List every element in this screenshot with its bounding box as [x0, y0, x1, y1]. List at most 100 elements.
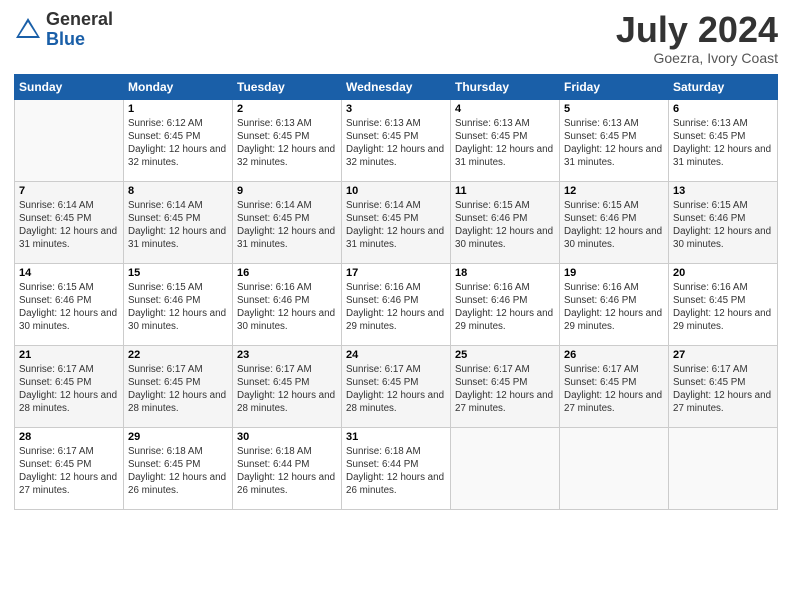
table-row: 29 Sunrise: 6:18 AM Sunset: 6:45 PM Dayli…: [124, 427, 233, 509]
day-number: 30: [237, 431, 337, 443]
table-row: 12 Sunrise: 6:15 AM Sunset: 6:46 PM Dayli…: [560, 181, 669, 263]
col-tuesday: Tuesday: [233, 74, 342, 99]
day-number: 5: [564, 103, 664, 115]
logo-blue: Blue: [46, 30, 113, 50]
day-number: 1: [128, 103, 228, 115]
logo-general: General: [46, 10, 113, 30]
day-number: 25: [455, 349, 555, 361]
calendar-week-row: 28Sunrise: 6:17 AM Sunset: 6:45 PM Dayli…: [15, 427, 778, 509]
day-number: 23: [237, 349, 337, 361]
col-wednesday: Wednesday: [342, 74, 451, 99]
day-info: Sunrise: 6:18 AM Sunset: 6:44 PM Dayligh…: [237, 445, 337, 498]
day-info: Sunrise: 6:17 AM Sunset: 6:45 PM Dayligh…: [455, 363, 555, 416]
day-number: 26: [564, 349, 664, 361]
table-row: 3 Sunrise: 6:13 AM Sunset: 6:45 PM Daylig…: [342, 99, 451, 181]
day-info: Sunrise: 6:15 AM Sunset: 6:46 PM Dayligh…: [128, 281, 228, 334]
table-row: 17 Sunrise: 6:16 AM Sunset: 6:46 PM Dayli…: [342, 263, 451, 345]
calendar-header-row: Sunday Monday Tuesday Wednesday Thursday…: [15, 74, 778, 99]
day-number: 21: [19, 349, 119, 361]
table-row: 13 Sunrise: 6:15 AM Sunset: 6:46 PM Dayli…: [669, 181, 778, 263]
calendar-week-row: 7 Sunrise: 6:14 AM Sunset: 6:45 PM Daylig…: [15, 181, 778, 263]
table-row: 21 Sunrise: 6:17 AM Sunset: 6:45 PM Dayli…: [15, 345, 124, 427]
day-number: 10: [346, 185, 446, 197]
logo-text: General Blue: [46, 10, 113, 50]
day-info: Sunrise: 6:17 AM Sunset: 6:45 PM Dayligh…: [237, 363, 337, 416]
table-row: 16 Sunrise: 6:16 AM Sunset: 6:46 PM Dayli…: [233, 263, 342, 345]
day-info: Sunrise: 6:17 AM Sunset: 6:45 PM Dayligh…: [19, 445, 119, 498]
table-row: 19Sunrise: 6:16 AM Sunset: 6:46 PM Dayli…: [560, 263, 669, 345]
table-row: 24Sunrise: 6:17 AM Sunset: 6:45 PM Dayli…: [342, 345, 451, 427]
day-number: 31: [346, 431, 446, 443]
day-info: Sunrise: 6:18 AM Sunset: 6:44 PM Dayligh…: [346, 445, 446, 498]
table-row: [669, 427, 778, 509]
day-info: Sunrise: 6:15 AM Sunset: 6:46 PM Dayligh…: [564, 199, 664, 252]
table-row: 26Sunrise: 6:17 AM Sunset: 6:45 PM Dayli…: [560, 345, 669, 427]
table-row: 28Sunrise: 6:17 AM Sunset: 6:45 PM Dayli…: [15, 427, 124, 509]
day-info: Sunrise: 6:16 AM Sunset: 6:46 PM Dayligh…: [237, 281, 337, 334]
day-number: 6: [673, 103, 773, 115]
table-row: 2 Sunrise: 6:13 AM Sunset: 6:45 PM Daylig…: [233, 99, 342, 181]
day-info: Sunrise: 6:14 AM Sunset: 6:45 PM Dayligh…: [128, 199, 228, 252]
logo-icon: [14, 16, 42, 44]
table-row: [560, 427, 669, 509]
header: General Blue July 2024 Goezra, Ivory Coa…: [14, 10, 778, 66]
calendar-table: Sunday Monday Tuesday Wednesday Thursday…: [14, 74, 778, 510]
table-row: 14Sunrise: 6:15 AM Sunset: 6:46 PM Dayli…: [15, 263, 124, 345]
table-row: 30 Sunrise: 6:18 AM Sunset: 6:44 PM Dayli…: [233, 427, 342, 509]
day-number: 7: [19, 185, 119, 197]
day-info: Sunrise: 6:16 AM Sunset: 6:46 PM Dayligh…: [346, 281, 446, 334]
col-sunday: Sunday: [15, 74, 124, 99]
table-row: 11 Sunrise: 6:15 AM Sunset: 6:46 PM Dayli…: [451, 181, 560, 263]
day-number: 16: [237, 267, 337, 279]
day-info: Sunrise: 6:13 AM Sunset: 6:45 PM Dayligh…: [346, 117, 446, 170]
day-info: Sunrise: 6:15 AM Sunset: 6:46 PM Dayligh…: [19, 281, 119, 334]
day-info: Sunrise: 6:17 AM Sunset: 6:45 PM Dayligh…: [128, 363, 228, 416]
table-row: 25 Sunrise: 6:17 AM Sunset: 6:45 PM Dayli…: [451, 345, 560, 427]
day-number: 29: [128, 431, 228, 443]
day-info: Sunrise: 6:14 AM Sunset: 6:45 PM Dayligh…: [237, 199, 337, 252]
day-number: 2: [237, 103, 337, 115]
table-row: 27 Sunrise: 6:17 AM Sunset: 6:45 PM Dayli…: [669, 345, 778, 427]
table-row: 10 Sunrise: 6:14 AM Sunset: 6:45 PM Dayli…: [342, 181, 451, 263]
day-number: 27: [673, 349, 773, 361]
day-info: Sunrise: 6:16 AM Sunset: 6:45 PM Dayligh…: [673, 281, 773, 334]
table-row: 31 Sunrise: 6:18 AM Sunset: 6:44 PM Dayli…: [342, 427, 451, 509]
day-info: Sunrise: 6:18 AM Sunset: 6:45 PM Dayligh…: [128, 445, 228, 498]
calendar-week-row: 21 Sunrise: 6:17 AM Sunset: 6:45 PM Dayli…: [15, 345, 778, 427]
calendar-week-row: 1 Sunrise: 6:12 AM Sunset: 6:45 PM Daylig…: [15, 99, 778, 181]
day-number: 13: [673, 185, 773, 197]
month-title: July 2024: [616, 10, 778, 50]
table-row: 23 Sunrise: 6:17 AM Sunset: 6:45 PM Dayli…: [233, 345, 342, 427]
day-number: 9: [237, 185, 337, 197]
day-number: 11: [455, 185, 555, 197]
day-number: 4: [455, 103, 555, 115]
col-thursday: Thursday: [451, 74, 560, 99]
col-monday: Monday: [124, 74, 233, 99]
table-row: 6Sunrise: 6:13 AM Sunset: 6:45 PM Daylig…: [669, 99, 778, 181]
day-info: Sunrise: 6:16 AM Sunset: 6:46 PM Dayligh…: [455, 281, 555, 334]
day-info: Sunrise: 6:15 AM Sunset: 6:46 PM Dayligh…: [673, 199, 773, 252]
day-info: Sunrise: 6:13 AM Sunset: 6:45 PM Dayligh…: [564, 117, 664, 170]
day-number: 12: [564, 185, 664, 197]
title-block: July 2024 Goezra, Ivory Coast: [616, 10, 778, 66]
table-row: 15Sunrise: 6:15 AM Sunset: 6:46 PM Dayli…: [124, 263, 233, 345]
day-info: Sunrise: 6:12 AM Sunset: 6:45 PM Dayligh…: [128, 117, 228, 170]
day-info: Sunrise: 6:13 AM Sunset: 6:45 PM Dayligh…: [237, 117, 337, 170]
table-row: 9 Sunrise: 6:14 AM Sunset: 6:45 PM Daylig…: [233, 181, 342, 263]
day-info: Sunrise: 6:17 AM Sunset: 6:45 PM Dayligh…: [673, 363, 773, 416]
day-number: 17: [346, 267, 446, 279]
day-info: Sunrise: 6:17 AM Sunset: 6:45 PM Dayligh…: [346, 363, 446, 416]
page: General Blue July 2024 Goezra, Ivory Coa…: [0, 0, 792, 612]
table-row: 20 Sunrise: 6:16 AM Sunset: 6:45 PM Dayli…: [669, 263, 778, 345]
table-row: 22Sunrise: 6:17 AM Sunset: 6:45 PM Dayli…: [124, 345, 233, 427]
table-row: 8Sunrise: 6:14 AM Sunset: 6:45 PM Daylig…: [124, 181, 233, 263]
day-number: 18: [455, 267, 555, 279]
calendar-week-row: 14Sunrise: 6:15 AM Sunset: 6:46 PM Dayli…: [15, 263, 778, 345]
day-info: Sunrise: 6:17 AM Sunset: 6:45 PM Dayligh…: [19, 363, 119, 416]
table-row: 5 Sunrise: 6:13 AM Sunset: 6:45 PM Daylig…: [560, 99, 669, 181]
day-info: Sunrise: 6:15 AM Sunset: 6:46 PM Dayligh…: [455, 199, 555, 252]
day-number: 20: [673, 267, 773, 279]
day-number: 3: [346, 103, 446, 115]
col-saturday: Saturday: [669, 74, 778, 99]
day-info: Sunrise: 6:14 AM Sunset: 6:45 PM Dayligh…: [346, 199, 446, 252]
